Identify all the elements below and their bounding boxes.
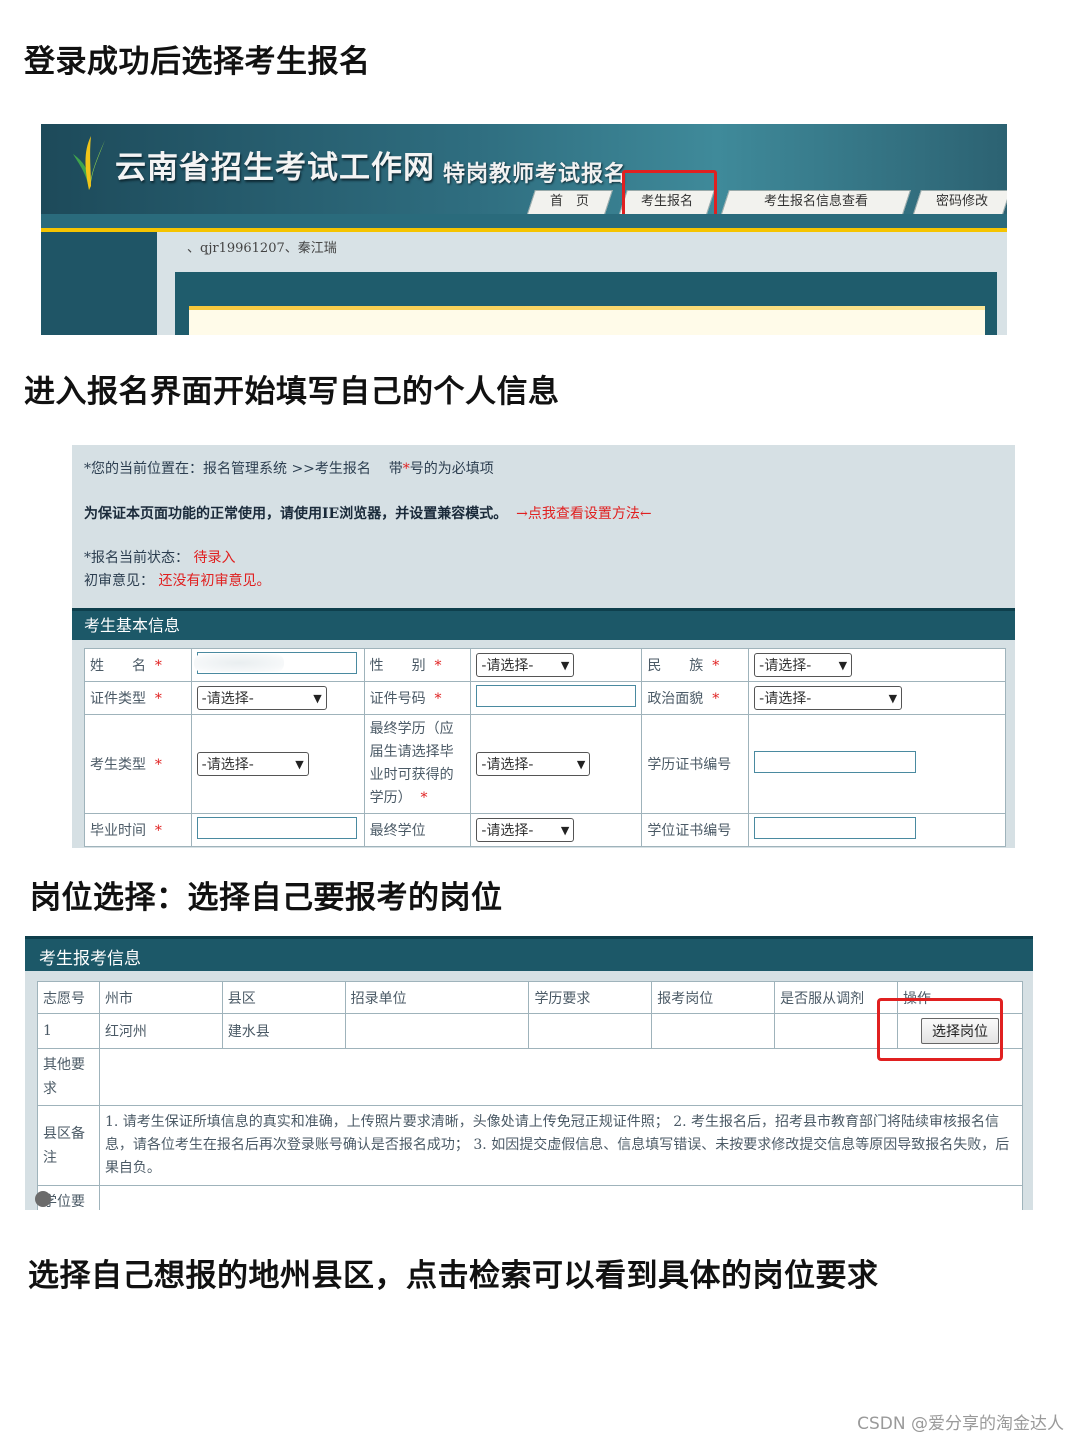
- left-column: [41, 232, 157, 335]
- settings-help-link[interactable]: →点我查看设置方法←: [516, 506, 651, 522]
- review-value: 还没有初审意见。: [158, 573, 271, 589]
- id-type-select[interactable]: -请选择- ▼: [196, 686, 327, 710]
- heading-fill-info: 进入报名界面开始填写自己的个人信息: [24, 374, 560, 410]
- label-name: 姓 名 *: [84, 648, 192, 682]
- col-header-edu-req: 学历要求: [528, 981, 653, 1014]
- chevron-down-icon: ▼: [888, 691, 898, 705]
- cell-post: [651, 1013, 776, 1049]
- tab-home[interactable]: 首 页: [527, 190, 613, 214]
- section-title-basic-info: 考生基本信息: [84, 616, 181, 635]
- highlight-box-registration-tab: [622, 170, 717, 218]
- col-header-county: 县区: [221, 981, 346, 1014]
- label-gender: 性 别 *: [363, 648, 472, 682]
- label-id-type: 证件类型 *: [84, 681, 192, 715]
- label-candidate-type: 考生类型 *: [84, 714, 192, 814]
- chevron-down-icon: ▼: [313, 691, 322, 705]
- degree-cert-input[interactable]: [754, 817, 917, 839]
- section-bar-basic-info: [72, 608, 1015, 640]
- table-row: 1 红河州 建水县 选择岗位: [37, 1013, 1023, 1049]
- registration-form-screenshot: *您的当前位置在：报名管理系统 >>考生报名 带*号的为必填项 为保证本页面功能…: [72, 445, 1015, 848]
- content-panel-body: [189, 310, 985, 335]
- application-table: 志愿号 州市 县区 招录单位 学历要求 报考岗位 是否服从调剂 操作 1 红河州…: [37, 981, 1024, 1210]
- cell-city: 红河州: [98, 1013, 223, 1049]
- col-header-no: 志愿号: [37, 981, 100, 1014]
- cell-no: 1: [37, 1013, 100, 1049]
- basic-info-table: 姓 名 * 性 别 * -请选择- ▼ 民 族 * -请选择- ▼ 证件类型 * -…: [84, 648, 1006, 847]
- label-id-number: 证件号码 *: [363, 681, 472, 715]
- political-select[interactable]: -请选择- ▼: [754, 686, 903, 710]
- application-info-screenshot: 考生报考信息 志愿号 州市 县区 招录单位 学历要求 报考岗位 是否服从调剂 操…: [25, 936, 1033, 1210]
- user-info: 、qjr19961207、秦江瑞: [187, 241, 337, 256]
- edu-cert-input[interactable]: [754, 751, 917, 773]
- label-final-education: 最终学历（应届生请选择毕业时可获得的学历） *: [363, 714, 472, 814]
- grad-time-input[interactable]: [196, 817, 357, 839]
- tab-registration-info[interactable]: 考生报名信息查看: [721, 190, 911, 214]
- chevron-down-icon: ▼: [560, 658, 570, 672]
- name-input[interactable]: [193, 652, 357, 674]
- portal-header-screenshot: 云南省招生考试工作网 特岗教师考试报名 首 页 考生报名 考生报名信息查看 密码…: [41, 124, 1007, 335]
- browser-notice: 为保证本页面功能的正常使用，请使用IE浏览器，并设置兼容模式。 →点我查看设置方…: [84, 506, 652, 522]
- nav-divider: [41, 214, 1007, 228]
- breadcrumb: *您的当前位置在：报名管理系统 >>考生报名 带*号的为必填项: [84, 461, 494, 477]
- heading-choose-region: 选择自己想报的地州县区，点击检索可以看到具体的岗位要求: [28, 1258, 879, 1294]
- label-final-degree: 最终学位: [363, 813, 472, 847]
- review-line: 初审意见： 还没有初审意见。: [84, 573, 271, 589]
- col-header-unit: 招录单位: [344, 981, 530, 1014]
- ethnicity-select[interactable]: -请选择- ▼: [754, 653, 853, 677]
- overlay-dot-icon: [35, 1191, 51, 1207]
- id-number-input[interactable]: [476, 685, 637, 707]
- label-ethnicity: 民 族 *: [641, 648, 750, 682]
- label-edu-cert: 学历证书编号: [641, 714, 750, 814]
- blurred-name: [193, 654, 284, 672]
- csdn-watermark: CSDN @爱分享的淘金达人: [857, 1414, 1064, 1434]
- tab-change-password[interactable]: 密码修改: [913, 190, 1007, 214]
- label-grad-time: 毕业时间 *: [84, 813, 192, 847]
- section-bar-application: [25, 936, 1033, 971]
- gender-select[interactable]: -请选择- ▼: [476, 653, 575, 677]
- candidate-type-select[interactable]: -请选择- ▼: [196, 752, 309, 776]
- chevron-down-icon: ▼: [576, 757, 586, 771]
- chevron-down-icon: ▼: [838, 658, 848, 672]
- table-header-row: 志愿号 州市 县区 招录单位 学历要求 报考岗位 是否服从调剂 操作: [37, 981, 1023, 1014]
- status-line: *报名当前状态： 待录入: [84, 550, 236, 566]
- cell-county: 建水县: [221, 1013, 346, 1049]
- label-political: 政治面貌 *: [641, 681, 750, 715]
- section-title-application: 考生报考信息: [39, 949, 141, 969]
- final-education-select[interactable]: -请选择- ▼: [476, 752, 591, 776]
- highlight-box-select-position: [877, 998, 1003, 1061]
- label-degree-cert: 学位证书编号: [641, 813, 750, 847]
- heading-login-success: 登录成功后选择考生报名: [24, 44, 371, 80]
- label-other-requirements: 其他要求: [37, 1048, 100, 1106]
- final-degree-select[interactable]: -请选择- ▼: [476, 818, 575, 842]
- cell-unit: [344, 1013, 530, 1049]
- col-header-city: 州市: [98, 981, 223, 1014]
- site-subtitle: 特岗教师考试报名: [443, 162, 628, 187]
- chevron-down-icon: ▼: [560, 823, 570, 837]
- status-value: 待录入: [193, 550, 236, 566]
- chevron-down-icon: ▼: [295, 757, 304, 771]
- leaf-logo-icon: [73, 136, 105, 190]
- label-county-notes: 县区备注: [37, 1105, 100, 1186]
- cell-edu-req: [528, 1013, 653, 1049]
- site-title: 云南省招生考试工作网: [115, 150, 435, 186]
- col-header-post: 报考岗位: [651, 981, 776, 1014]
- heading-select-position: 岗位选择：选择自己要报考的岗位: [30, 880, 503, 916]
- county-notes-text: 1. 请考生保证所填信息的真实和准确，上传照片要求清晰，头像处请上传免冠正规证件…: [98, 1105, 1024, 1186]
